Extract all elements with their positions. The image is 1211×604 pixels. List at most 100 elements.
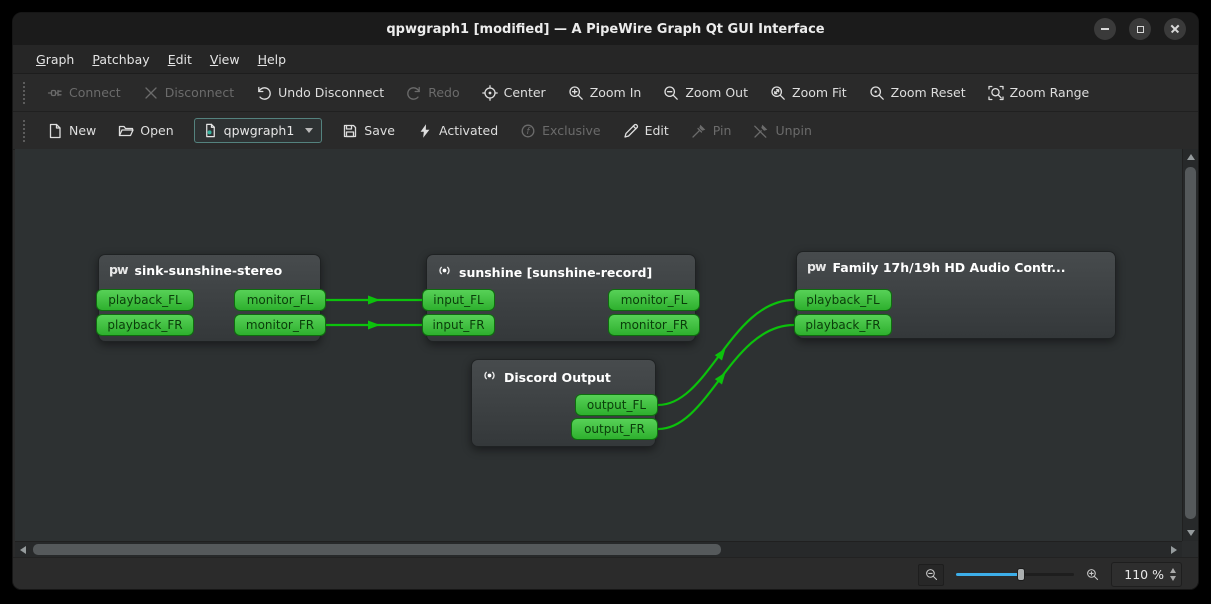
open-button[interactable]: Open <box>110 118 181 144</box>
record-icon <box>437 263 452 281</box>
new-button[interactable]: New <box>39 118 104 144</box>
new-file-icon <box>47 123 63 139</box>
pin-label: Pin <box>712 123 732 138</box>
arrow-down-icon <box>1187 530 1195 536</box>
menu-view[interactable]: View <box>201 48 249 71</box>
scroll-right-button[interactable] <box>1166 542 1182 558</box>
disconnect-label: Disconnect <box>164 85 235 100</box>
record-icon <box>482 368 497 386</box>
node-title-bar: Discord Output <box>472 360 655 390</box>
graph-canvas[interactable]: pw sink-sunshine-stereo playback_FL play… <box>15 149 1182 541</box>
patchbay-selector-dropdown[interactable]: qpwgraph1 <box>193 118 323 143</box>
window-title: qpwgraph1 [modified] — A PipeWire Graph … <box>386 21 825 37</box>
center-icon <box>481 84 498 101</box>
zoom-reset-button[interactable]: Zoom Reset <box>861 80 974 106</box>
zoom-in-label: Zoom In <box>589 85 642 100</box>
scroll-up-button[interactable] <box>1183 149 1198 165</box>
menu-graph[interactable]: Graph <box>27 48 83 71</box>
vertical-scrollbar[interactable] <box>1182 149 1198 541</box>
connect-icon <box>47 85 63 101</box>
menu-edit[interactable]: Edit <box>159 48 201 71</box>
open-folder-icon <box>118 123 134 139</box>
graph-toolbar: Connect Disconnect Undo Disconnect Redo … <box>13 74 1198 112</box>
unpin-icon <box>753 123 769 139</box>
magnifier-minus-icon <box>925 568 938 581</box>
port-family-playback-fl-in[interactable]: playback_FL <box>794 289 892 311</box>
spinbox-arrows <box>1168 568 1178 581</box>
disconnect-icon <box>143 85 159 101</box>
save-button[interactable]: Save <box>334 118 403 144</box>
port-sunshine-monitor-fl-out[interactable]: monitor_FL <box>608 289 700 311</box>
close-button[interactable] <box>1164 18 1186 40</box>
activated-toggle[interactable]: Activated <box>409 118 506 144</box>
pin-button: Pin <box>683 118 740 144</box>
titlebar[interactable]: qpwgraph1 [modified] — A PipeWire Graph … <box>13 13 1198 45</box>
horizontal-scrollbar[interactable] <box>15 541 1182 557</box>
zoom-out-button[interactable]: Zoom Out <box>655 80 756 106</box>
connection-wires <box>325 295 795 431</box>
port-playback-fl-in[interactable]: playback_FL <box>96 289 194 311</box>
port-input-fl-in[interactable]: input_FL <box>422 289 495 311</box>
patchbay-toolbar: New Open qpwgraph1 Save Activated f Excl… <box>13 112 1198 150</box>
spin-down-button[interactable] <box>1170 576 1176 581</box>
node-title: Family 17h/19h HD Audio Contr... <box>832 260 1066 275</box>
node-title-bar: pw sink-sunshine-stereo <box>99 255 320 282</box>
vertical-scrollbar-thumb[interactable] <box>1185 167 1196 519</box>
arrow-left-icon <box>20 546 26 554</box>
pin-icon <box>691 123 707 139</box>
center-button[interactable]: Center <box>474 80 554 106</box>
undo-disconnect-label: Undo Disconnect <box>278 85 385 100</box>
zoom-out-small-button[interactable] <box>918 563 944 586</box>
spin-up-button[interactable] <box>1170 568 1176 573</box>
menubar: Graph Patchbay Edit View Help <box>13 45 1198 74</box>
maximize-button[interactable] <box>1129 18 1151 40</box>
zoom-out-label: Zoom Out <box>685 85 748 100</box>
new-label: New <box>69 123 97 138</box>
menu-patchbay[interactable]: Patchbay <box>83 48 158 71</box>
zoom-slider-handle[interactable] <box>1016 568 1025 581</box>
connect-label: Connect <box>69 85 121 100</box>
pencil-icon <box>623 123 639 139</box>
undo-disconnect-button[interactable]: Undo Disconnect <box>248 80 392 106</box>
port-sunshine-monitor-fr-out[interactable]: monitor_FR <box>608 314 700 336</box>
toolbar-drag-handle[interactable] <box>23 119 25 142</box>
minimize-button[interactable] <box>1094 18 1116 40</box>
patchbay-selector-value: qpwgraph1 <box>223 123 295 138</box>
scrollbar-corner <box>1182 541 1198 557</box>
maximize-icon <box>1136 25 1144 33</box>
zoom-range-button[interactable]: Zoom Range <box>980 80 1098 106</box>
scroll-down-button[interactable] <box>1183 525 1198 541</box>
exclusive-toggle: f Exclusive <box>512 118 608 144</box>
chevron-down-icon <box>305 128 314 133</box>
pipewire-icon: pw <box>807 259 826 275</box>
zoom-slider-fill <box>956 573 1021 576</box>
port-monitor-fr-out[interactable]: monitor_FR <box>234 314 326 336</box>
lightning-bolt-icon <box>417 123 433 139</box>
port-input-fr-in[interactable]: input_FR <box>422 314 495 336</box>
undo-icon <box>256 85 272 101</box>
port-monitor-fl-out[interactable]: monitor_FL <box>234 289 326 311</box>
menu-help[interactable]: Help <box>249 48 296 71</box>
disconnect-button: Disconnect <box>135 80 242 106</box>
exclusive-label: Exclusive <box>542 123 601 138</box>
zoom-value-input[interactable] <box>1116 567 1168 582</box>
connect-button: Connect <box>39 80 129 106</box>
zoom-in-button[interactable]: Zoom In <box>560 80 650 106</box>
edit-button[interactable]: Edit <box>615 118 677 144</box>
statusbar <box>13 557 1198 589</box>
port-playback-fr-in[interactable]: playback_FR <box>96 314 194 336</box>
port-output-fl-out[interactable]: output_FL <box>575 394 658 416</box>
port-output-fr-out[interactable]: output_FR <box>571 418 658 440</box>
magnifier-plus-icon[interactable] <box>1086 568 1099 581</box>
horizontal-scrollbar-thumb[interactable] <box>33 544 721 555</box>
edit-label: Edit <box>644 123 669 138</box>
zoom-slider[interactable] <box>956 566 1074 583</box>
port-family-playback-fr-in[interactable]: playback_FR <box>794 314 892 336</box>
zoom-range-label: Zoom Range <box>1009 85 1090 100</box>
zoom-fit-button[interactable]: Zoom Fit <box>762 80 855 106</box>
arrow-up-icon <box>1187 154 1195 160</box>
toolbar-drag-handle[interactable] <box>23 81 25 104</box>
scroll-left-button[interactable] <box>15 542 31 558</box>
qpwgraph-window: qpwgraph1 [modified] — A PipeWire Graph … <box>12 12 1199 590</box>
patchbay-file-icon <box>203 123 218 138</box>
